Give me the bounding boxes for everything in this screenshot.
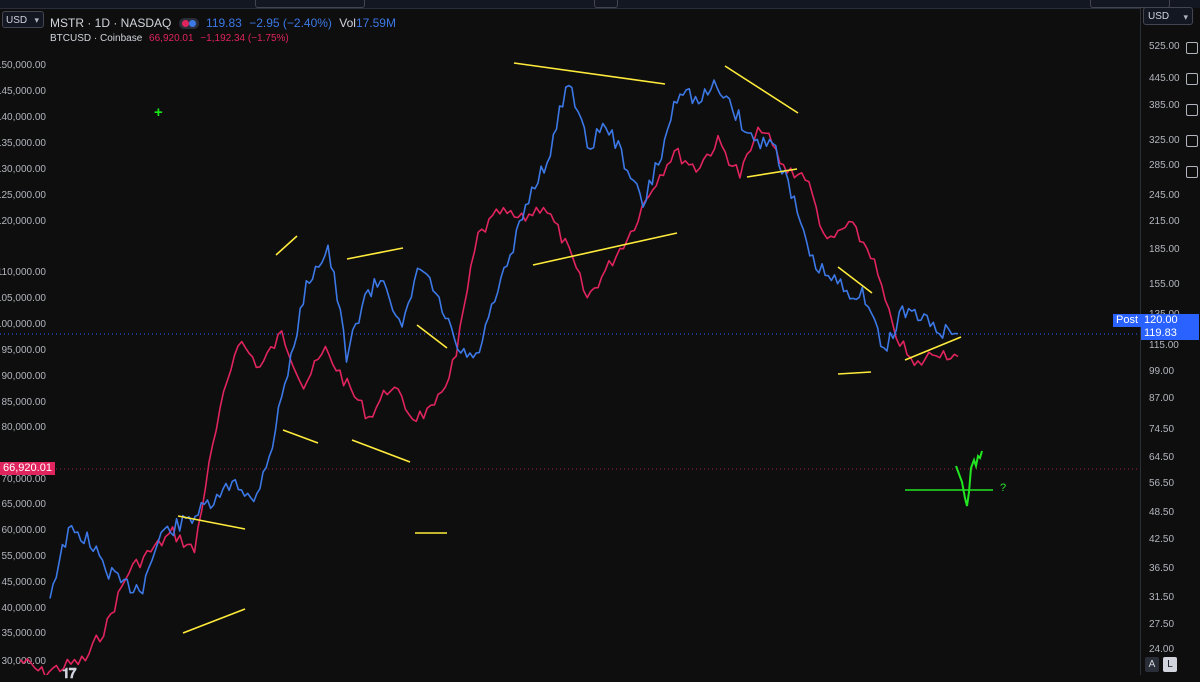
volume-value: 17.59M xyxy=(355,16,396,30)
mstr-series-line xyxy=(49,79,959,599)
annotation-text: ? xyxy=(1000,482,1007,494)
data-window-icon[interactable] xyxy=(1186,104,1198,116)
compare-symbol-name[interactable]: BTCUSD · Coinbase xyxy=(50,33,142,44)
trendline xyxy=(416,324,448,349)
left-axis-tick: 100,000.00 xyxy=(0,319,46,330)
left-axis-tick: 65,000.00 xyxy=(2,499,47,510)
left-axis-tick: 85,000.00 xyxy=(2,397,47,408)
right-axis-tick: 36.50 xyxy=(1149,563,1174,574)
right-axis-tick: 525.00 xyxy=(1149,41,1180,52)
trendline xyxy=(275,235,298,256)
btc-price-tag: 66,920.01 xyxy=(0,462,55,475)
currency-selector-left[interactable]: USD ▾ xyxy=(2,11,44,28)
symbol-change: −2.95 (−2.40%) xyxy=(249,16,332,30)
left-axis-tick: 135,000.00 xyxy=(0,138,46,149)
crosshair-icon: + xyxy=(154,104,163,121)
watchlist-icon[interactable] xyxy=(1186,42,1198,54)
currency-label: USD xyxy=(6,15,28,26)
right-axis-tick: 245.00 xyxy=(1149,190,1180,201)
right-axis-tick: 74.50 xyxy=(1149,424,1174,435)
compare-symbol-row[interactable]: BTCUSD · Coinbase 66,920.01 −1,192.34 (−… xyxy=(50,31,400,46)
main-symbol-row[interactable]: MSTR · 1D · NASDAQ 119.83 −2.95 (−2.40%)… xyxy=(50,16,400,31)
trendline xyxy=(837,371,872,375)
left-axis-tick: 35,000.00 xyxy=(2,628,47,639)
right-axis-tick: 27.50 xyxy=(1149,619,1174,630)
right-axis-tick: 31.50 xyxy=(1149,592,1174,603)
left-axis-tick: 140,000.00 xyxy=(0,112,46,123)
trendline xyxy=(532,232,678,266)
post-price-tag: 120.00 xyxy=(1141,314,1199,327)
right-axis-tick: 64.50 xyxy=(1149,452,1174,463)
news-icon[interactable] xyxy=(1186,135,1198,147)
toggle-icon[interactable] xyxy=(178,18,199,30)
trendline xyxy=(351,439,411,463)
left-axis-tick: 130,000.00 xyxy=(0,164,46,175)
trendline xyxy=(182,608,246,634)
left-axis-tick: 105,000.00 xyxy=(0,293,46,304)
chevron-down-icon: ▾ xyxy=(34,15,39,25)
right-axis-tick: 385.00 xyxy=(1149,100,1180,111)
post-label: Post xyxy=(1113,314,1142,327)
symbol-name[interactable]: MSTR · 1D · NASDAQ xyxy=(50,16,171,30)
left-axis-tick: 120,000.00 xyxy=(0,216,46,227)
chart-area[interactable]: 30,000.00 35,000.00 40,000.00 45,000.00 55,0… xyxy=(0,8,1140,681)
left-axis-tick: 70,000.00 xyxy=(2,474,47,485)
left-axis-tick: 60,000.00 xyxy=(2,525,47,536)
price-chart: 30,000.0035,000.0040,000.0045,000.0055,0… xyxy=(0,60,1140,675)
left-axis-tick: 95,000.00 xyxy=(2,345,47,356)
left-axis-tick: 45,000.00 xyxy=(2,577,47,588)
left-axis-tick: 150,000.00 xyxy=(0,60,46,71)
right-axis-tick: 115.00 xyxy=(1149,340,1179,351)
top-tab[interactable] xyxy=(255,0,365,8)
right-axis-tick: 445.00 xyxy=(1149,73,1180,84)
trendline xyxy=(346,247,404,260)
legend: MSTR · 1D · NASDAQ 119.83 −2.95 (−2.40%)… xyxy=(50,16,400,46)
right-axis-tick: 24.00 xyxy=(1149,644,1174,655)
right-axis-tick: 87.00 xyxy=(1149,393,1174,404)
left-axis-tick: 110,000.00 xyxy=(0,267,46,278)
currency-label: USD xyxy=(1148,11,1170,22)
log-scale-button[interactable]: L xyxy=(1163,657,1177,672)
trendline xyxy=(282,429,319,444)
tradingview-logo[interactable]: 𝟏𝟕 xyxy=(62,665,77,682)
currency-selector-right[interactable]: USD ▾ xyxy=(1143,7,1193,25)
calendar-icon[interactable] xyxy=(1186,166,1198,178)
right-axis-tick: 56.50 xyxy=(1149,478,1174,489)
projection-path xyxy=(955,450,983,507)
btc-series-line xyxy=(19,126,959,675)
right-axis-tick: 48.50 xyxy=(1149,507,1174,518)
compare-change: −1,192.34 (−1.75%) xyxy=(200,33,289,44)
right-axis-tick: 215.00 xyxy=(1149,216,1180,227)
auto-scale-button[interactable]: A xyxy=(1145,657,1159,672)
alerts-icon[interactable] xyxy=(1186,73,1198,85)
trendline xyxy=(746,168,798,178)
last-price-tag: 119.83 xyxy=(1141,327,1199,340)
chevron-down-icon: ▾ xyxy=(1183,12,1188,22)
right-axis-tick: 185.00 xyxy=(1149,244,1180,255)
right-axis-tick: 325.00 xyxy=(1149,135,1180,146)
left-axis-tick: 40,000.00 xyxy=(2,603,47,614)
compare-price: 66,920.01 xyxy=(149,33,194,44)
left-axis-tick: 90,000.00 xyxy=(2,371,47,382)
right-axis-tick: 155.00 xyxy=(1149,279,1180,290)
volume-label: Vol xyxy=(339,16,356,30)
left-axis-tick: 55,000.00 xyxy=(2,551,47,562)
left-axis-tick: 80,000.00 xyxy=(2,422,47,433)
left-axis-tick: 125,000.00 xyxy=(0,190,46,201)
right-toolbar xyxy=(1183,42,1200,197)
trendline xyxy=(724,65,799,114)
trendline xyxy=(513,62,666,85)
right-axis-tick: 42.50 xyxy=(1149,534,1174,545)
symbol-price: 119.83 xyxy=(206,16,242,30)
top-tab[interactable] xyxy=(594,0,618,8)
left-axis-tick: 145,000.00 xyxy=(0,86,46,97)
right-axis-tick: 285.00 xyxy=(1149,160,1180,171)
trendline xyxy=(177,515,246,530)
right-axis-tick: 99.00 xyxy=(1149,366,1174,377)
